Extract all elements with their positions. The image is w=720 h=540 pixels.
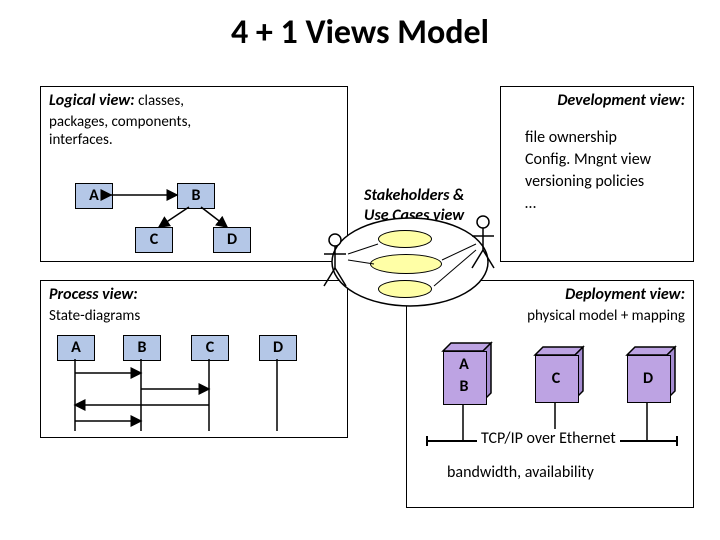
deployment-bus-label: TCP/IP over Ethernet <box>477 429 620 448</box>
development-title: Development view: <box>557 91 685 110</box>
process-lines <box>41 281 347 437</box>
diagram-canvas: 4 + 1 Views Model Logical view: classes,… <box>0 0 720 540</box>
development-view-box: Development view: file ownership Config.… <box>500 86 694 262</box>
process-view-box: Process view: State-diagrams A B C D <box>40 280 348 438</box>
deployment-footer: bandwidth, availability <box>447 463 594 482</box>
page-title: 4 + 1 Views Model <box>0 12 720 53</box>
development-list: file ownership Config. Mngnt view versio… <box>525 127 651 215</box>
logical-view-box: Logical view: classes, packages, compone… <box>40 86 348 262</box>
logical-edges <box>41 87 347 261</box>
center-title1: Stakeholders & <box>364 186 464 205</box>
actor-connectors <box>330 230 500 310</box>
